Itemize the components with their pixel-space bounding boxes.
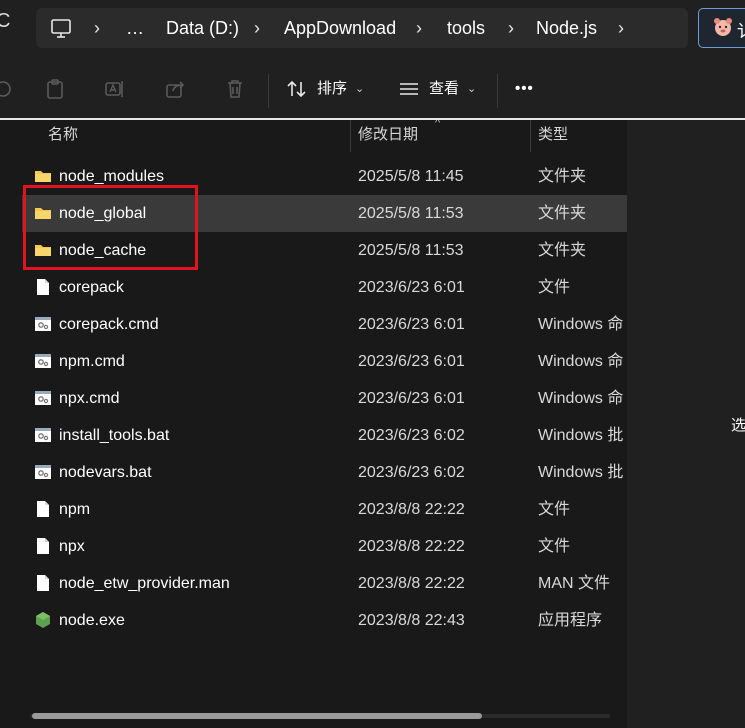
address-bar[interactable]: › … Data (D:) › AppDownload › tools › No… xyxy=(36,8,688,48)
view-button[interactable]: 查看 xyxy=(429,78,459,100)
column-divider[interactable] xyxy=(350,120,351,152)
file-date: 2023/6/23 6:02 xyxy=(358,427,465,444)
file-name[interactable]: npm.cmd xyxy=(59,343,125,380)
chevron-right-icon[interactable]: › xyxy=(618,8,624,48)
file-row[interactable]: npm 2023/8/8 22:22 文件 xyxy=(0,491,627,528)
file-row[interactable]: npm.cmd 2023/6/23 6:01 Windows 命 xyxy=(0,343,627,380)
command-bar: 排序 ⌄ 查看 ⌄ ••• xyxy=(0,58,745,120)
chevron-right-icon[interactable]: › xyxy=(416,8,422,48)
file-name[interactable]: corepack xyxy=(59,269,124,306)
column-divider[interactable] xyxy=(530,120,531,152)
file-date: 2025/5/8 11:53 xyxy=(358,205,464,222)
breadcrumb-tools[interactable]: tools xyxy=(447,8,485,48)
file-name[interactable]: npx.cmd xyxy=(59,380,119,417)
file-name[interactable]: corepack.cmd xyxy=(59,306,159,343)
breadcrumb-drive[interactable]: Data (D:) xyxy=(166,8,239,48)
file-name[interactable]: node_etw_provider.man xyxy=(59,565,230,602)
annotation-highlight-box xyxy=(23,185,198,270)
breadcrumb-nodejs[interactable]: Node.js xyxy=(536,8,597,48)
file-row[interactable]: corepack.cmd 2023/6/23 6:01 Windows 命 xyxy=(0,306,627,343)
chevron-right-icon[interactable]: › xyxy=(94,8,100,48)
sort-button[interactable]: 排序 xyxy=(317,78,347,100)
file-date: 2023/8/8 22:43 xyxy=(358,612,465,629)
file-date: 2023/6/23 6:01 xyxy=(358,353,465,370)
folder-icon xyxy=(34,167,52,185)
file-icon xyxy=(34,574,52,592)
node-exe-icon xyxy=(34,611,52,629)
file-type: 文件夹 xyxy=(538,205,587,222)
search-input[interactable]: 讠 xyxy=(698,8,745,48)
search-emoji-icon xyxy=(714,18,732,36)
file-type: 文件夹 xyxy=(538,168,587,185)
address-toolbar: C › … Data (D:) › AppDownload › tools › … xyxy=(0,0,745,58)
file-date: 2023/6/23 6:01 xyxy=(358,390,465,407)
details-pane-text: 选 xyxy=(731,417,745,434)
paste-icon[interactable] xyxy=(44,78,66,100)
file-name[interactable]: nodevars.bat xyxy=(59,454,152,491)
file-date: 2023/8/8 22:22 xyxy=(358,575,465,592)
column-header-name[interactable]: 名称 xyxy=(48,120,78,150)
breadcrumb-overflow[interactable]: … xyxy=(126,8,144,48)
file-name[interactable]: npx xyxy=(59,528,85,565)
more-options-button[interactable]: ••• xyxy=(515,78,534,100)
file-type: 文件夹 xyxy=(538,242,587,259)
chevron-right-icon[interactable]: › xyxy=(508,8,514,48)
file-date: 2023/6/23 6:02 xyxy=(358,464,465,481)
file-type: Windows 命 xyxy=(538,353,624,370)
chevron-down-icon[interactable]: ⌄ xyxy=(467,78,476,100)
this-pc-icon[interactable] xyxy=(50,8,72,48)
column-header-type[interactable]: 类型 xyxy=(538,120,568,150)
file-row[interactable]: npx.cmd 2023/6/23 6:01 Windows 命 xyxy=(0,380,627,417)
toolbar-divider xyxy=(268,74,269,108)
file-type: 文件 xyxy=(538,279,571,296)
back-glyph[interactable]: C xyxy=(0,10,10,33)
file-type: Windows 批 xyxy=(538,427,624,444)
file-type: Windows 命 xyxy=(538,316,624,333)
file-row[interactable]: corepack 2023/6/23 6:01 文件 xyxy=(0,269,627,306)
file-date: 2023/6/23 6:01 xyxy=(358,316,465,333)
search-text: 讠 xyxy=(737,17,745,42)
cmd-file-icon xyxy=(34,352,52,370)
file-row[interactable]: node.exe 2023/8/8 22:43 应用程序 xyxy=(0,602,627,639)
file-icon xyxy=(34,537,52,555)
column-header-date[interactable]: 修改日期 xyxy=(358,120,418,150)
details-pane: 选 xyxy=(627,120,745,728)
cmd-file-icon xyxy=(34,389,52,407)
file-row[interactable]: install_tools.bat 2023/6/23 6:02 Windows 批 xyxy=(0,417,627,454)
toolbar-divider xyxy=(497,74,498,108)
file-type: MAN 文件 xyxy=(538,575,611,592)
delete-icon[interactable] xyxy=(224,78,246,100)
file-type: 文件 xyxy=(538,501,571,518)
file-date: 2025/5/8 11:53 xyxy=(358,242,464,259)
share-icon[interactable] xyxy=(164,78,186,100)
cmd-file-icon xyxy=(34,426,52,444)
sort-ascending-icon: ^ xyxy=(435,120,441,129)
file-date: 2023/6/23 6:01 xyxy=(358,279,465,296)
breadcrumb-appdownload[interactable]: AppDownload xyxy=(284,8,396,48)
new-icon[interactable] xyxy=(0,78,14,100)
file-date: 2025/5/8 11:45 xyxy=(358,168,464,185)
file-icon xyxy=(34,500,52,518)
file-icon xyxy=(34,278,52,296)
view-icon[interactable] xyxy=(398,78,420,100)
chevron-down-icon[interactable]: ⌄ xyxy=(355,78,364,100)
file-type: Windows 批 xyxy=(538,464,624,481)
chevron-right-icon[interactable]: › xyxy=(254,8,260,48)
rename-icon[interactable] xyxy=(104,78,126,100)
file-type: Windows 命 xyxy=(538,390,624,407)
file-row[interactable]: node_etw_provider.man 2023/8/8 22:22 MAN 文… xyxy=(0,565,627,602)
file-name[interactable]: npm xyxy=(59,491,90,528)
file-row[interactable]: npx 2023/8/8 22:22 文件 xyxy=(0,528,627,565)
file-name[interactable]: node.exe xyxy=(59,602,125,639)
file-date: 2023/8/8 22:22 xyxy=(358,538,465,555)
file-type: 应用程序 xyxy=(538,612,603,629)
horizontal-scrollbar-thumb[interactable] xyxy=(32,713,482,719)
file-row[interactable]: nodevars.bat 2023/6/23 6:02 Windows 批 xyxy=(0,454,627,491)
sort-icon[interactable] xyxy=(286,78,308,100)
file-date: 2023/8/8 22:22 xyxy=(358,501,465,518)
file-name[interactable]: install_tools.bat xyxy=(59,417,169,454)
file-type: 文件 xyxy=(538,538,571,555)
cmd-file-icon xyxy=(34,463,52,481)
cmd-file-icon xyxy=(34,315,52,333)
